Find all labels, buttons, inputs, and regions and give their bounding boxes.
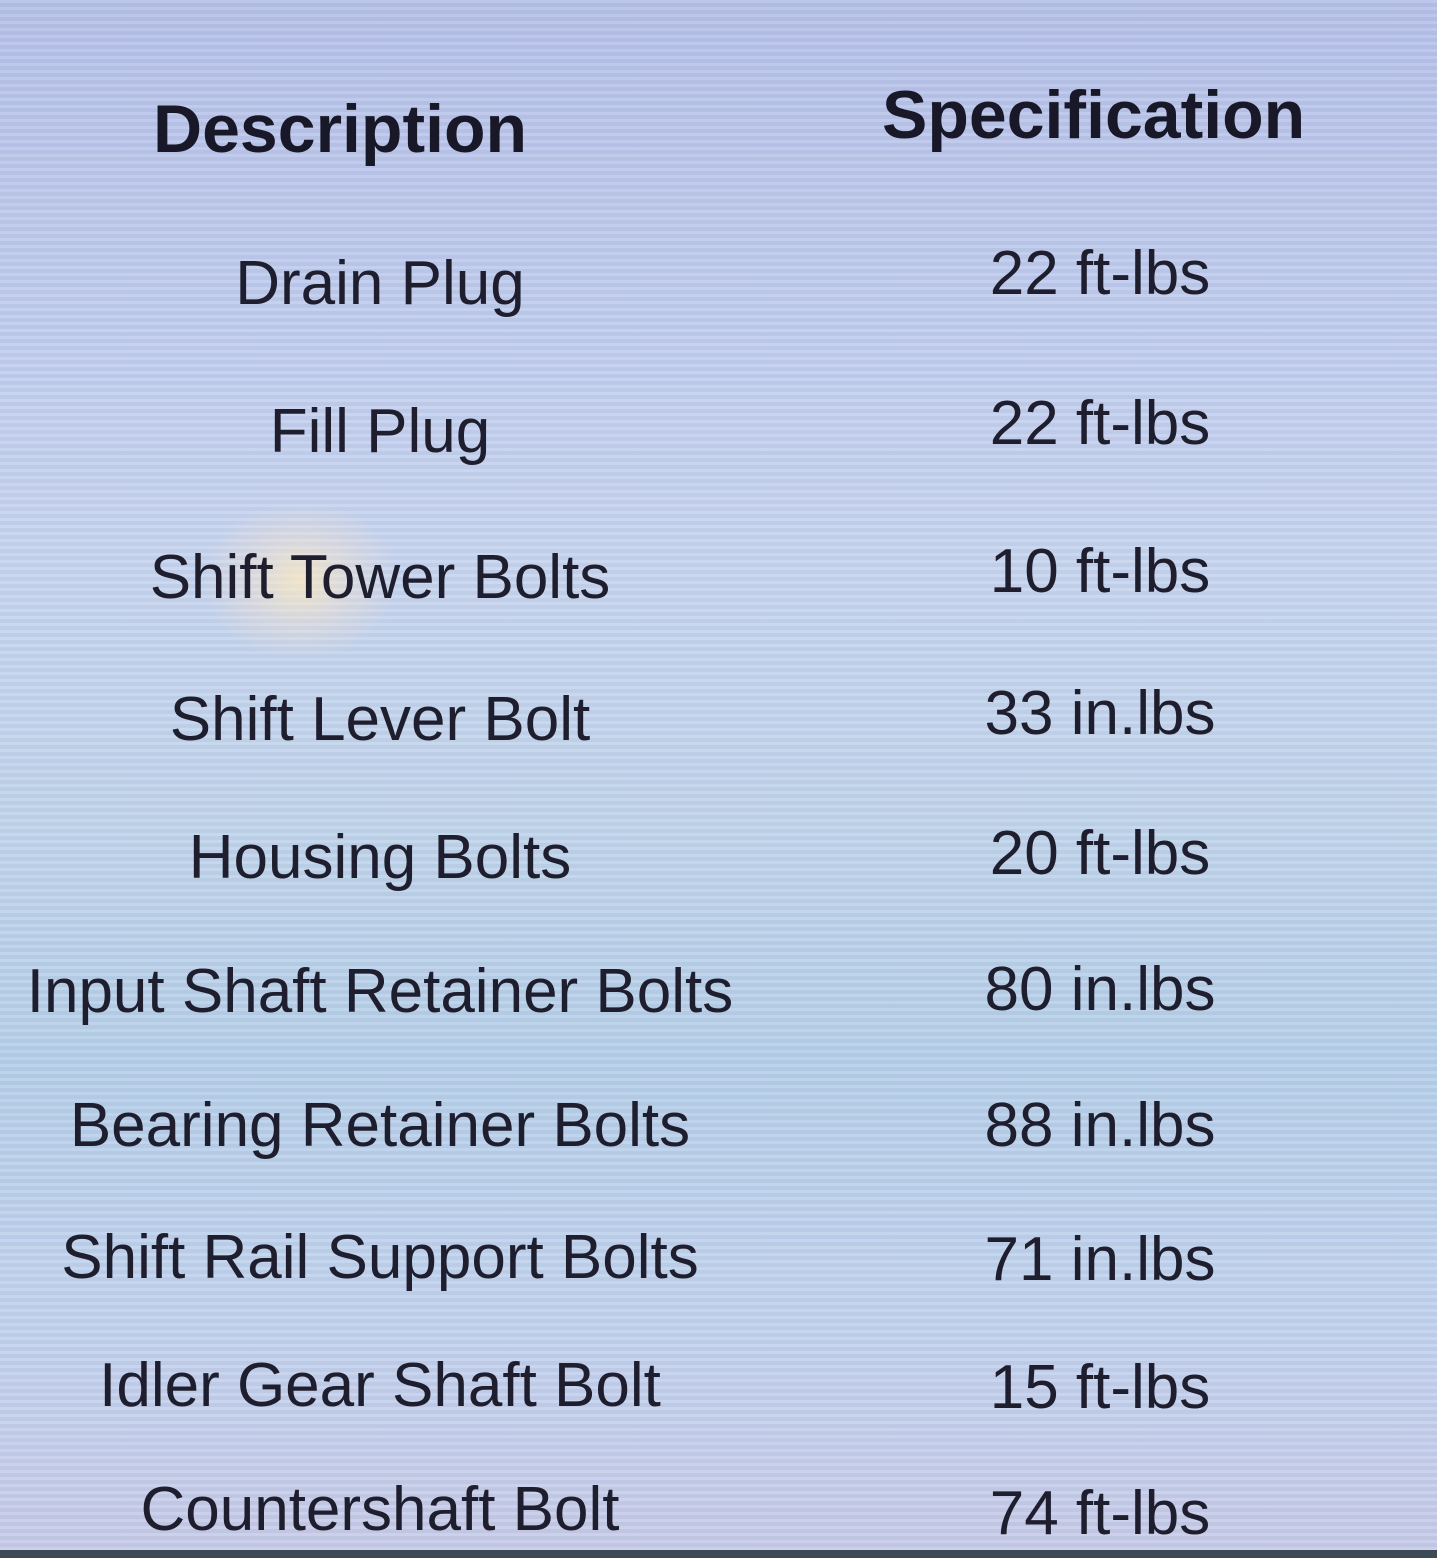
description-cell: Shift Lever Bolt bbox=[169, 685, 591, 754]
description-cell: Idler Gear Shaft Bolt bbox=[99, 1351, 661, 1420]
screen-bezel-edge bbox=[0, 1550, 1437, 1558]
header-description: Description bbox=[153, 91, 528, 167]
specification-cell: 88 in.lbs bbox=[984, 1091, 1216, 1160]
description-cell: Input Shaft Retainer Bolts bbox=[26, 957, 734, 1026]
specification-cell: 10 ft-lbs bbox=[989, 537, 1211, 606]
description-cell: Housing Bolts bbox=[188, 823, 572, 892]
description-cell: Fill Plug bbox=[269, 397, 491, 466]
specification-cell: 74 ft-lbs bbox=[989, 1479, 1211, 1548]
description-cell: Shift Tower Bolts bbox=[149, 543, 611, 612]
header-specification: Specification bbox=[882, 77, 1306, 153]
specification-cell: 80 in.lbs bbox=[984, 955, 1216, 1024]
specification-cell: 33 in.lbs bbox=[984, 679, 1216, 748]
description-cell: Shift Rail Support Bolts bbox=[61, 1223, 699, 1292]
specification-cell: 22 ft-lbs bbox=[989, 389, 1211, 458]
description-cell: Bearing Retainer Bolts bbox=[69, 1091, 691, 1160]
screen-line-pattern bbox=[0, 0, 1437, 1558]
specification-cell: 22 ft-lbs bbox=[989, 239, 1211, 308]
description-cell: Countershaft Bolt bbox=[140, 1475, 620, 1544]
description-cell: Drain Plug bbox=[235, 249, 525, 318]
specification-cell: 15 ft-lbs bbox=[989, 1353, 1211, 1422]
specification-cell: 20 ft-lbs bbox=[989, 819, 1211, 888]
specification-cell: 71 in.lbs bbox=[984, 1225, 1216, 1294]
